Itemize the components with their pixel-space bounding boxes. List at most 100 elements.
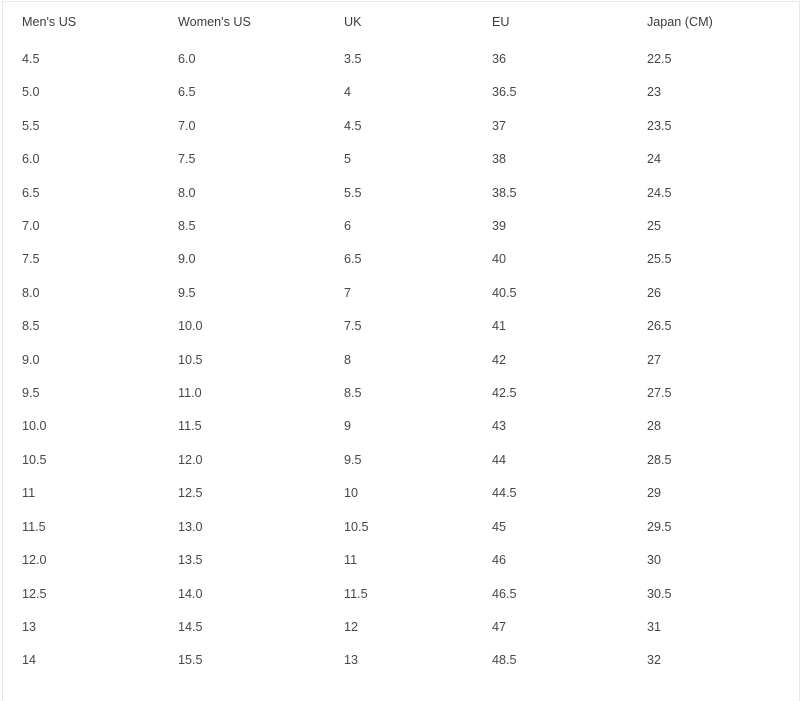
table-cell: 14.0	[178, 586, 203, 601]
table-cell: 27.5	[647, 386, 672, 401]
table-cell: 12.5	[178, 486, 203, 501]
table-cell: 10.5	[178, 352, 203, 367]
table-cell: 9.5	[344, 452, 362, 467]
table-cell: 44	[492, 452, 507, 467]
table-cell: 43	[492, 419, 507, 434]
table-cell: 23	[647, 85, 662, 100]
table-cell: 7.0	[178, 118, 196, 133]
table-cell: 11.5	[178, 419, 202, 434]
table-cell: 12.0	[178, 452, 203, 467]
table-cell: 12.5	[22, 586, 47, 601]
table-cell: 13.0	[178, 519, 203, 534]
table-cell: 7.5	[344, 319, 362, 334]
table-body: 4.5 6.0 3.5 36 22.5 5.0 6.5 4 36.5 23 5.5 7.0 4.5 37 2…	[3, 43, 799, 678]
table-cell: 39	[492, 219, 507, 234]
table-cell: 8.0	[22, 285, 40, 300]
table-cell: 9.0	[22, 352, 40, 367]
table-cell: 7.0	[22, 219, 40, 234]
table-header: Men's US Women's US UK EU Japan (CM)	[3, 2, 799, 43]
table-cell: 25	[647, 219, 662, 234]
table-cell: 7	[344, 285, 352, 300]
table-cell: 23.5	[647, 118, 672, 133]
table-row: 6.0 7.5 5 38 24	[3, 143, 799, 176]
table-cell: 13	[22, 619, 37, 634]
table-cell: 6.5	[22, 185, 40, 200]
table-row: 6.5 8.0 5.5 38.5 24.5	[3, 177, 799, 210]
table-row: 4.5 6.0 3.5 36 22.5	[3, 43, 799, 76]
table-cell: 10	[344, 486, 359, 501]
table-cell: 40.5	[492, 285, 517, 300]
table-cell: 13	[344, 653, 359, 668]
table-cell: 10.5	[22, 452, 47, 467]
table-cell: 12.0	[22, 553, 47, 568]
table-cell: 7.5	[22, 252, 40, 267]
table-row: 5.0 6.5 4 36.5 23	[3, 76, 799, 109]
table-cell: 8.5	[344, 386, 362, 401]
column-header-eu: EU	[492, 15, 510, 29]
table-cell: 26	[647, 285, 662, 300]
table-cell: 10.0	[22, 419, 47, 434]
table-cell: 6	[344, 219, 352, 234]
table-cell: 36	[492, 52, 507, 66]
table-cell: 11	[344, 553, 358, 568]
table-row: 7.0 8.5 6 39 25	[3, 210, 799, 243]
table-cell: 30	[647, 553, 662, 568]
table-row: 7.5 9.0 6.5 40 25.5	[3, 243, 799, 276]
column-header-womens-us: Women's US	[178, 15, 251, 29]
table-cell: 5.5	[22, 118, 40, 133]
table-cell: 7.5	[178, 152, 196, 167]
table-cell: 6.0	[22, 152, 40, 167]
table-cell: 10.0	[178, 319, 203, 334]
table-cell: 14	[22, 653, 37, 668]
table-cell: 5.5	[344, 185, 362, 200]
table-cell: 8.5	[178, 219, 196, 234]
table-cell: 38.5	[492, 185, 517, 200]
table-cell: 41	[492, 319, 507, 334]
table-cell: 11.5	[22, 519, 46, 534]
column-header-uk: UK	[344, 15, 362, 29]
table-cell: 31	[647, 619, 662, 634]
table-cell: 27	[647, 352, 662, 367]
table-row: 10.0 11.5 9 43 28	[3, 410, 799, 443]
shoe-size-conversion-table: Men's US Women's US UK EU Japan (CM) 4.5…	[3, 2, 799, 678]
table-header-row: Men's US Women's US UK EU Japan (CM)	[3, 2, 799, 43]
table-cell: 24.5	[647, 185, 672, 200]
table-cell: 46.5	[492, 586, 517, 601]
table-cell: 4.5	[22, 52, 40, 66]
table-row: 11.5 13.0 10.5 45 29.5	[3, 511, 799, 544]
table-cell: 30.5	[647, 586, 672, 601]
table-cell: 28	[647, 419, 662, 434]
table-cell: 5.0	[22, 85, 40, 100]
table-cell: 28.5	[647, 452, 672, 467]
column-header-japan-cm: Japan (CM)	[647, 15, 713, 29]
table-row: 12.5 14.0 11.5 46.5 30.5	[3, 578, 799, 611]
table-row: 9.0 10.5 8 42 27	[3, 344, 799, 377]
table-cell: 6.5	[178, 85, 196, 100]
table-cell: 10.5	[344, 519, 369, 534]
table-cell: 40	[492, 252, 507, 267]
table-cell: 24	[647, 152, 662, 167]
table-row: 8.5 10.0 7.5 41 26.5	[3, 310, 799, 343]
table-cell: 11.5	[344, 586, 368, 601]
size-chart-card: Men's US Women's US UK EU Japan (CM) 4.5…	[2, 1, 800, 701]
column-header-mens-us: Men's US	[22, 15, 77, 29]
table-cell: 6.0	[178, 52, 196, 66]
table-cell: 25.5	[647, 252, 672, 267]
table-cell: 15.5	[178, 653, 203, 668]
table-cell: 11	[22, 486, 36, 501]
table-cell: 12	[344, 619, 359, 634]
table-cell: 9	[344, 419, 352, 434]
table-cell: 4.5	[344, 118, 362, 133]
table-row: 10.5 12.0 9.5 44 28.5	[3, 444, 799, 477]
table-cell: 5	[344, 152, 352, 167]
table-cell: 26.5	[647, 319, 672, 334]
table-cell: 48.5	[492, 653, 517, 668]
table-row: 11 12.5 10 44.5 29	[3, 477, 799, 510]
table-row: 12.0 13.5 11 46 30	[3, 544, 799, 577]
table-cell: 8	[344, 352, 352, 367]
table-cell: 32	[647, 653, 662, 668]
table-cell: 44.5	[492, 486, 517, 501]
table-row: 14 15.5 13 48.5 32	[3, 644, 799, 677]
table-cell: 14.5	[178, 619, 203, 634]
table-row: 8.0 9.5 7 40.5 26	[3, 277, 799, 310]
